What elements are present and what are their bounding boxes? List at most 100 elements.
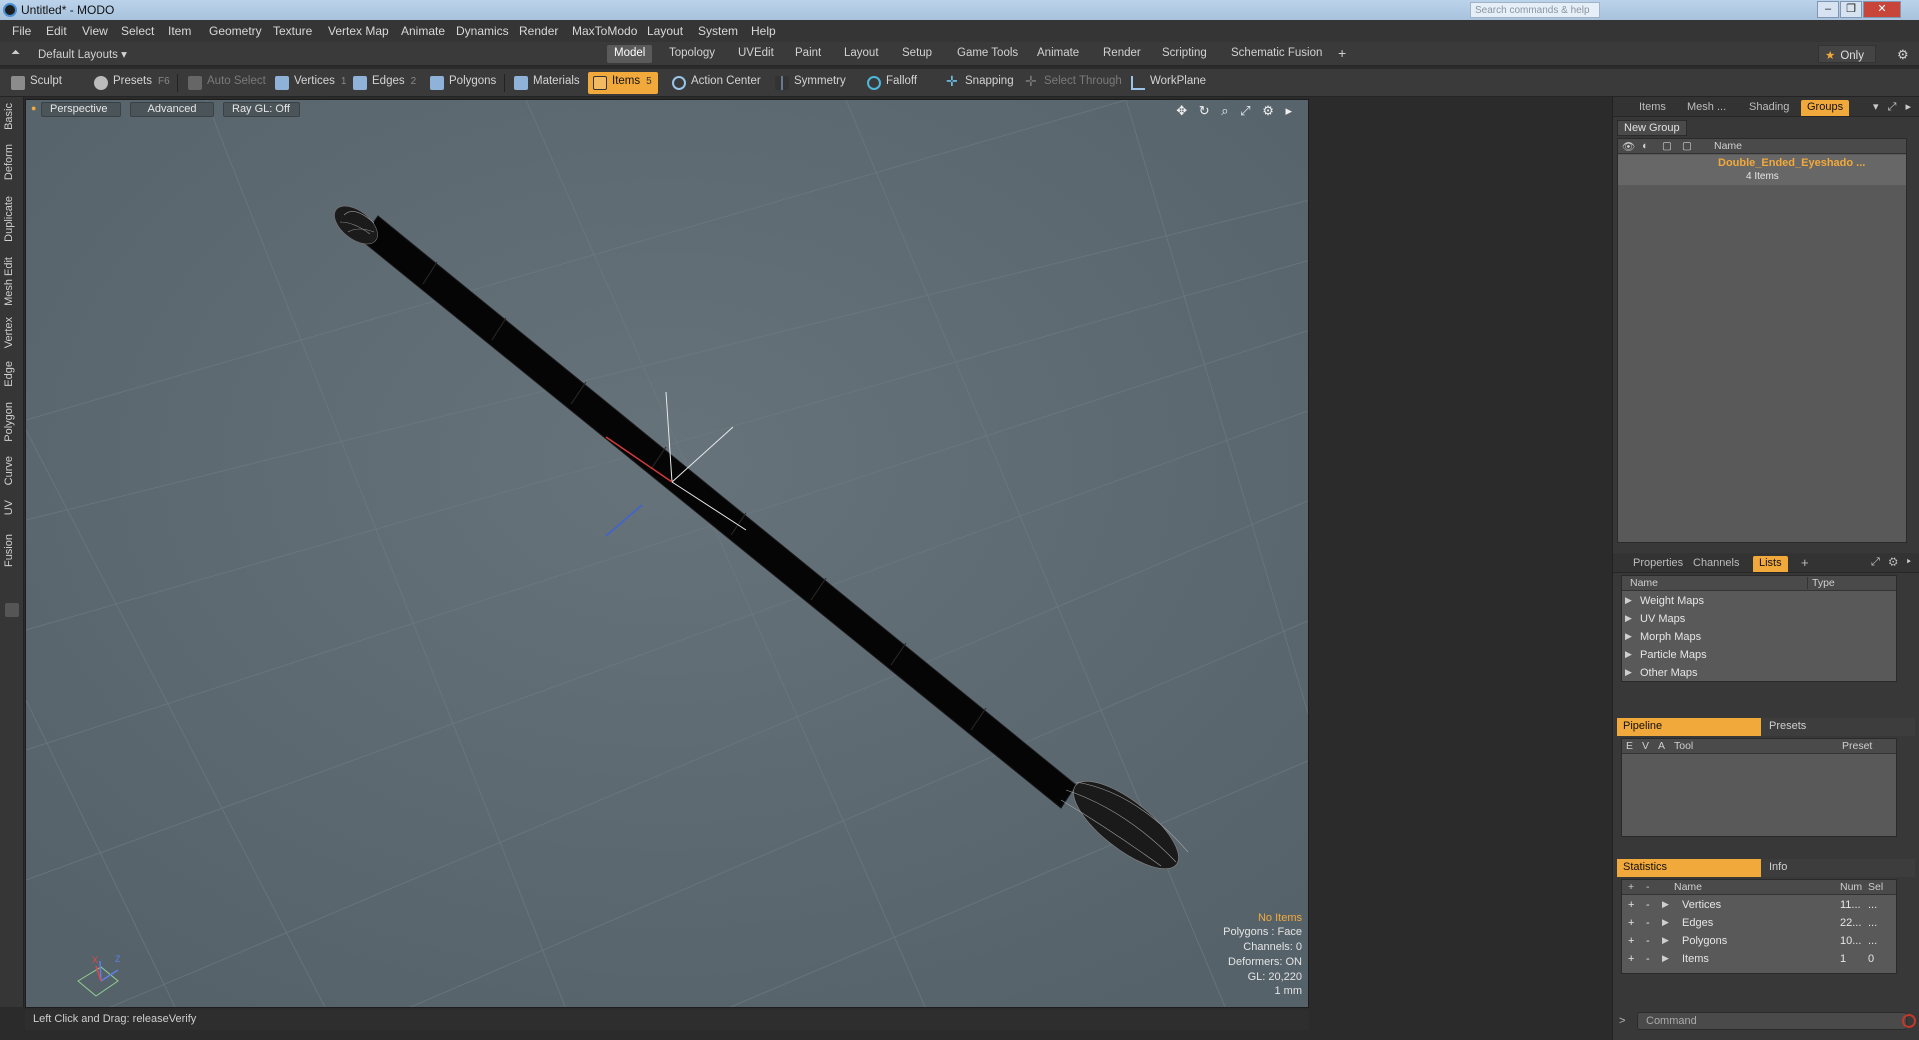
menu-vertex-map[interactable]: Vertex Map [328,24,389,38]
list-item[interactable]: ▶ UV Maps [1622,611,1896,629]
tab-render[interactable]: Render [1096,45,1148,63]
symmetry-button[interactable]: Symmetry [770,72,852,94]
list-item[interactable]: ▶ Particle Maps [1622,647,1896,665]
tab-game-tools[interactable]: Game Tools [950,45,1025,63]
new-group-button[interactable]: New Group [1617,120,1687,136]
menu-layout[interactable]: Layout [647,24,683,38]
statistics-table[interactable]: + - Name Num Sel + - ▶ Vertices 11... ... … [1621,879,1897,974]
tab-paint[interactable]: Paint [788,45,828,63]
menu-render[interactable]: Render [519,24,558,38]
menu-view[interactable]: View [82,24,108,38]
record-icon[interactable] [1902,1014,1916,1028]
tab-animate[interactable]: Animate [1030,45,1086,63]
menu-dynamics[interactable]: Dynamics [456,24,509,38]
select-through-button[interactable]: ✛ Select Through [1020,72,1128,94]
viewport-scene[interactable]: X Z [26,100,1309,1008]
tab-model[interactable]: Model [607,45,653,63]
menu-edit[interactable]: Edit [46,24,67,38]
tab-setup[interactable]: Setup [895,45,939,63]
settings-gear-icon[interactable]: ⚙ [1890,45,1916,63]
tab-uvedit[interactable]: UVEdit [731,45,781,63]
modo-logo-icon [3,3,17,17]
falloff-button[interactable]: Falloff [862,72,923,94]
lists-panel-icons[interactable]: ⤢ ⚙ ▸ [1871,556,1914,569]
tab-topology[interactable]: Topology [662,45,722,63]
materials-button[interactable]: Materials [509,72,586,94]
tab-duplicate[interactable]: Duplicate [3,196,20,242]
auto-select-button[interactable]: Auto Select [183,72,272,94]
menu-help[interactable]: Help [751,24,776,38]
tab-items[interactable]: Items [1633,100,1672,116]
close-button[interactable]: ✕ [1863,1,1901,18]
tab-statistics[interactable]: Statistics [1617,859,1761,877]
table-row[interactable]: + - ▶ Vertices 11... ... [1622,897,1896,915]
list-item[interactable]: ▶ Weight Maps [1622,593,1896,611]
command-input[interactable]: Command [1637,1012,1907,1030]
tab-edge[interactable]: Edge [3,361,20,387]
command-search-input[interactable]: Search commands & help [1470,2,1600,18]
list-item[interactable]: ▶ Other Maps [1622,665,1896,683]
menu-texture[interactable]: Texture [273,24,312,38]
raygl-toggle[interactable]: Ray GL: Off [223,102,300,117]
tab-layout[interactable]: Layout [837,45,886,63]
vertex-map-list[interactable]: Name Type ▶ Weight Maps ▶ UV Maps ▶ Morph M… [1621,575,1897,682]
tab-schematic-fusion[interactable]: Schematic Fusion [1224,45,1329,63]
only-toggle-button[interactable]: ★ Only [1818,45,1876,63]
view-mode-dropdown[interactable]: Perspective [41,102,121,117]
menu-item[interactable]: Item [168,24,191,38]
table-row[interactable]: + - ▶ Items 1 0 [1622,951,1896,969]
tab-pipeline[interactable]: Pipeline [1617,718,1761,736]
select-through-icon: ✛ [1025,73,1037,89]
menu-file[interactable]: File [12,24,31,38]
groups-list[interactable]: 👁 ◐ ▢ ▢ Name Double_Ended_Eyeshado ... 4… [1617,138,1907,543]
items-button[interactable]: Items 5 [588,72,658,94]
3d-viewport[interactable]: X Z ● Perspective Advanced Ray GL: Off ✥… [25,99,1309,1008]
sculpt-button[interactable]: Sculpt [6,72,68,94]
tab-lists[interactable]: Lists [1753,556,1788,572]
list-item[interactable]: ▶ Morph Maps [1622,629,1896,647]
menu-geometry[interactable]: Geometry [209,24,262,38]
layout-selector[interactable]: Default Layouts ▾ [31,45,134,63]
polygons-button[interactable]: Polygons [425,72,502,94]
table-row[interactable]: + - ▶ Polygons 10... ... [1622,933,1896,951]
tab-scripting[interactable]: Scripting [1155,45,1214,63]
menu-select[interactable]: Select [121,24,154,38]
tab-presets[interactable]: Presets [1763,718,1812,736]
tab-mesh-edit[interactable]: Mesh Edit [3,257,20,306]
tab-fusion[interactable]: Fusion [3,534,20,567]
presets-button[interactable]: Presets F6 [89,72,176,94]
add-panel-tab-button[interactable]: + [1795,554,1815,570]
tab-polygon[interactable]: Polygon [3,402,20,442]
tab-properties[interactable]: Properties [1627,556,1689,572]
menu-maxtomodo[interactable]: MaxToModo [572,24,637,38]
tab-mesh[interactable]: Mesh ... [1681,100,1732,116]
tab-curve[interactable]: Curve [3,456,20,485]
minimize-button[interactable]: – [1817,1,1839,18]
edges-button[interactable]: Edges 2 [348,72,422,94]
maximize-button[interactable]: ❐ [1840,1,1862,18]
tab-basic[interactable]: Basic [3,103,20,130]
palette-toggle-icon[interactable] [5,603,19,617]
panel-expand-icon[interactable]: ▾ ⤢ ▸ [1873,100,1914,114]
tab-uv[interactable]: UV [3,500,20,515]
snapping-button[interactable]: ✛ Snapping [941,72,1020,94]
group-row[interactable]: Double_Ended_Eyeshado ... 4 Items [1618,155,1906,185]
shading-dropdown[interactable]: Advanced [130,102,214,117]
workplane-button[interactable]: WorkPlane [1126,72,1212,94]
menu-system[interactable]: System [698,24,738,38]
tab-vertex[interactable]: Vertex [3,317,20,348]
viewport-nav-icons[interactable]: ✥ ↻ ⌕ ⤢ ⚙ ▸ [1176,103,1296,119]
viewport-menu-dot[interactable]: ● [31,103,36,113]
menu-animate[interactable]: Animate [401,24,445,38]
pipeline-list[interactable]: E V A Tool Preset [1621,738,1897,837]
tab-groups[interactable]: Groups [1801,100,1850,116]
vertices-button[interactable]: Vertices 1 [270,72,352,94]
tab-deform[interactable]: Deform [3,144,20,180]
tab-channels[interactable]: Channels [1687,556,1745,572]
table-row[interactable]: + - ▶ Edges 22... ... [1622,915,1896,933]
action-center-button[interactable]: Action Center [667,72,767,94]
tab-shading[interactable]: Shading [1743,100,1795,116]
layout-up-icon[interactable]: ⏶ [4,45,27,63]
tab-info[interactable]: Info [1763,859,1793,877]
add-tab-button[interactable]: + [1331,43,1353,61]
